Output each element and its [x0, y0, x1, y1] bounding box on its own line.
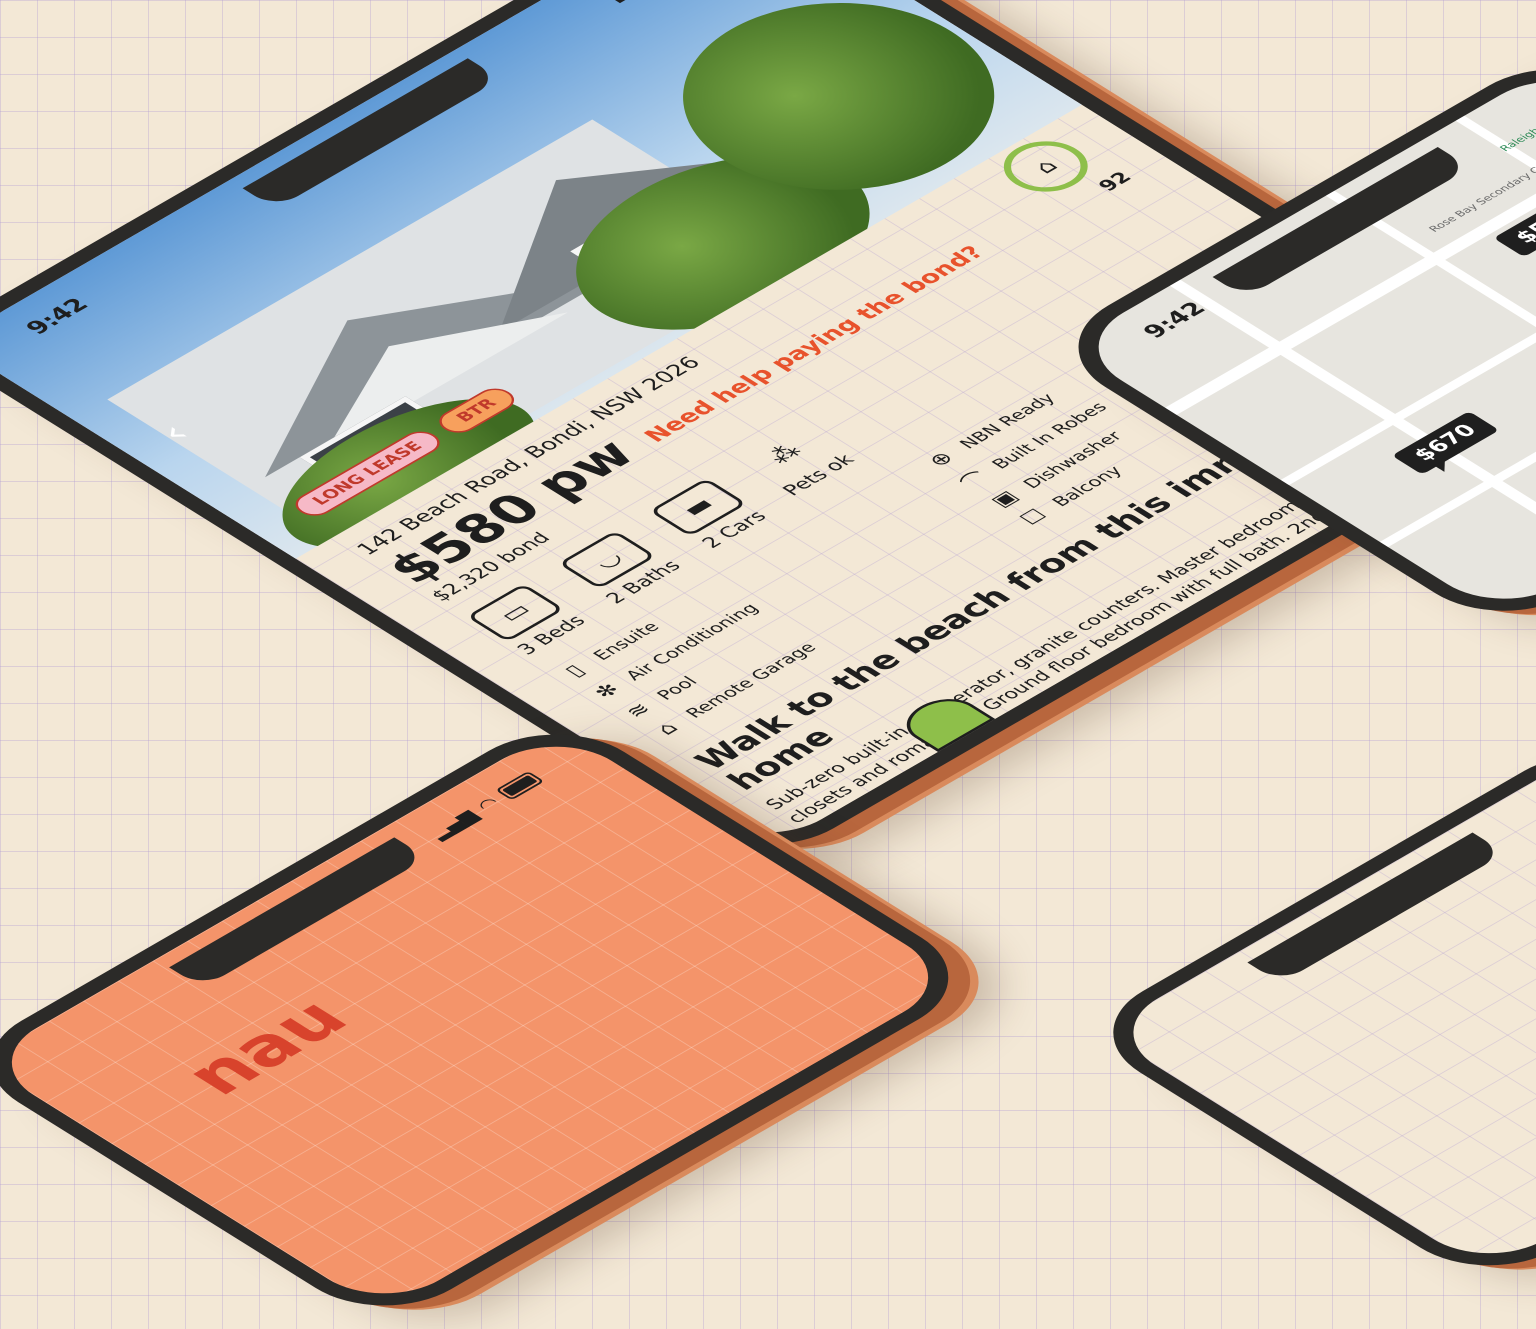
door-icon: ▯: [559, 661, 591, 681]
battery-icon: [495, 770, 545, 801]
status-time: 9:42: [1136, 297, 1212, 343]
wifi-icon: ◠: [471, 793, 505, 815]
dishwasher-icon: ▣: [985, 487, 1025, 511]
snowflake-icon: ✻: [588, 679, 626, 702]
notch: [1247, 832, 1506, 984]
walk-score-icon: ⌂: [1027, 155, 1064, 178]
garage-icon: ⌂: [651, 718, 685, 739]
feature-cars: ▬ 2 Cars: [649, 477, 772, 552]
feature-beds: ▭ 3 Beds: [465, 583, 590, 658]
balcony-icon: ☐: [1015, 505, 1053, 529]
feature-pets: ⁂ Pets ok: [736, 425, 865, 502]
profile-screen: [1100, 747, 1536, 1273]
globe-icon: ⊕: [923, 448, 960, 471]
price-pin[interactable]: $670: [1391, 410, 1500, 475]
pool-icon: ≋: [620, 699, 658, 722]
profile-phone: [1073, 730, 1536, 1290]
amenity-label: Pool: [652, 673, 703, 704]
brand-wordmark: nau: [165, 987, 366, 1107]
hanger-icon: ⌒: [955, 468, 996, 493]
feature-baths: ◡ 2 Baths: [554, 528, 686, 607]
signal-icon: ▂▄▆: [422, 806, 483, 843]
phone-frame: [1073, 730, 1536, 1290]
